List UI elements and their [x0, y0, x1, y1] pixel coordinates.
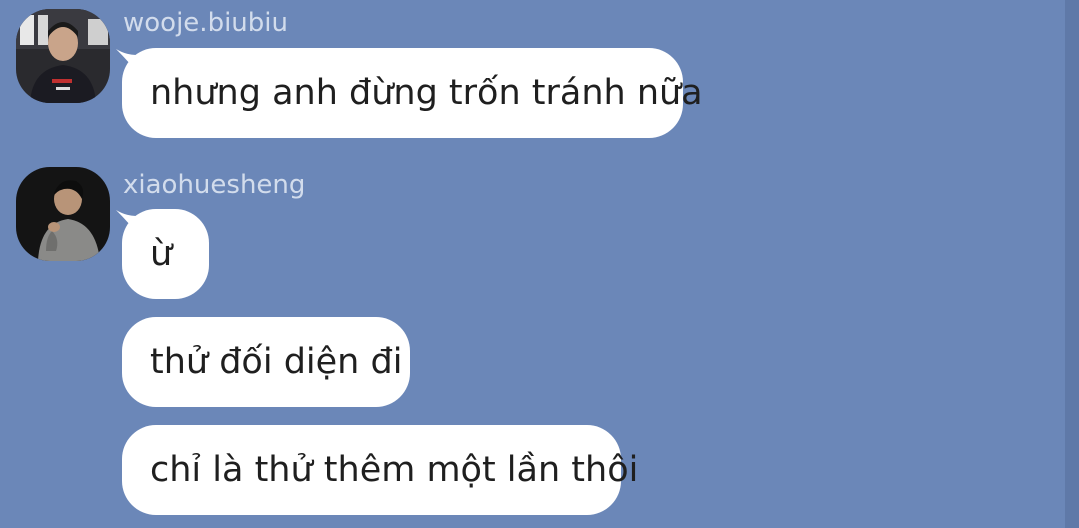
user-avatar-icon	[16, 9, 110, 103]
avatar-wooje[interactable]	[16, 9, 110, 103]
user-avatar-icon	[16, 167, 110, 261]
message-bubble[interactable]: nhưng anh đừng trốn tránh nữa	[122, 48, 703, 138]
message-bubble[interactable]: thử đối diện đi	[122, 317, 410, 407]
avatar-xiaohuesheng[interactable]	[16, 167, 110, 261]
message-bubble[interactable]: ừ	[122, 209, 209, 299]
sender-name[interactable]: wooje.biubiu	[123, 8, 288, 38]
scroll-edge	[1065, 0, 1079, 528]
message-bubble[interactable]: chỉ là thử thêm một lần thôi	[122, 425, 638, 515]
sender-name[interactable]: xiaohuesheng	[123, 170, 305, 200]
